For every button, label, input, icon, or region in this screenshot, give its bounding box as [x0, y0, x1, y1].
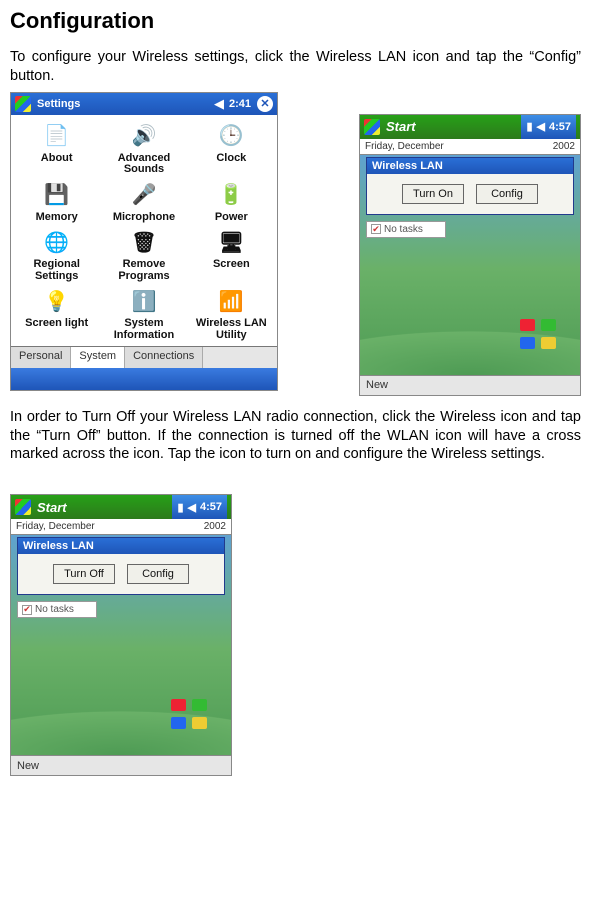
tab-system[interactable]: System	[71, 347, 125, 368]
startbar: Start ▮ ◀ 4:57	[11, 495, 231, 519]
tab-connections[interactable]: Connections	[125, 347, 203, 368]
signal-icon: ▮	[177, 501, 183, 514]
memory-icon: 💾	[40, 182, 74, 210]
page-title: Configuration	[10, 8, 581, 34]
bottom-bar	[11, 368, 277, 390]
about-icon: 📄	[40, 123, 74, 151]
clock-icon: 🕒	[214, 123, 248, 151]
item-label: Memory	[36, 212, 78, 224]
settings-item-advanced-sounds[interactable]: 🔊Advanced Sounds	[100, 121, 187, 178]
titlebar-clock: 2:41	[229, 98, 251, 110]
settings-item-memory[interactable]: 💾 Memory	[13, 180, 100, 226]
intro-paragraph-2: In order to Turn Off your Wireless LAN r…	[10, 408, 581, 465]
item-label: Remove Programs	[102, 259, 185, 282]
wifi-icon: 📶	[214, 288, 248, 316]
tab-bar: Personal System Connections	[11, 346, 277, 368]
mic-icon: 🎤	[127, 182, 161, 210]
screenshot-settings: Settings ◀ 2:41 ✕ 📄 About 🔊Advanced Sound…	[10, 92, 278, 391]
date-text: Friday, December	[365, 141, 444, 152]
tasks-text: No tasks	[384, 224, 423, 235]
settings-item-about[interactable]: 📄 About	[13, 121, 100, 178]
info-icon: ℹ️	[127, 288, 161, 316]
settings-item-microphone[interactable]: 🎤 Microphone	[100, 180, 187, 226]
item-label: Wireless LAN Utility	[190, 318, 273, 341]
item-label: Screen light	[25, 318, 88, 330]
popup-title: Wireless LAN	[367, 158, 573, 174]
wireless-lan-popup: Wireless LAN Turn Off Config	[17, 537, 225, 595]
date-bar: Friday, December 2002	[360, 139, 580, 155]
item-label: System Information	[102, 318, 185, 341]
item-label: Regional Settings	[15, 259, 98, 282]
close-icon[interactable]: ✕	[257, 96, 273, 112]
windows-logo-icon	[171, 699, 207, 729]
speaker-icon: ◀	[188, 501, 196, 514]
date-year: 2002	[204, 521, 226, 532]
item-label: Advanced Sounds	[102, 153, 185, 176]
settings-item-clock[interactable]: 🕒 Clock	[188, 121, 275, 178]
start-label[interactable]: Start	[386, 119, 416, 134]
settings-item-wireless-lan[interactable]: 📶Wireless LAN Utility	[188, 286, 275, 343]
intro-paragraph-1: To configure your Wireless settings, cli…	[10, 48, 581, 86]
tab-personal[interactable]: Personal	[11, 347, 71, 368]
start-label[interactable]: Start	[37, 500, 67, 515]
item-label: Power	[215, 212, 248, 224]
item-label: Clock	[216, 153, 246, 165]
settings-item-power[interactable]: 🔋 Power	[188, 180, 275, 226]
globe-icon: 🌐	[40, 229, 74, 257]
sounds-icon: 🔊	[127, 123, 161, 151]
tasks-text: No tasks	[35, 604, 74, 615]
windows-logo-icon	[520, 319, 556, 349]
start-flag-icon	[364, 119, 380, 135]
desktop: Friday, December 2002 Wireless LAN Turn …	[11, 519, 231, 755]
config-button[interactable]: Config	[476, 184, 538, 204]
light-icon: 💡	[40, 288, 74, 316]
trash-icon: 🗑	[127, 229, 161, 257]
screen-icon: 🖥	[214, 229, 248, 257]
screenshot-wlan-turn-off: Start ▮ ◀ 4:57 Friday, December 2002 Wir…	[10, 494, 232, 776]
popup-title: Wireless LAN	[18, 538, 224, 554]
start-flag-icon	[15, 499, 31, 515]
checkbox-icon: ✔	[22, 605, 32, 615]
settings-item-remove-programs[interactable]: 🗑Remove Programs	[100, 227, 187, 284]
wireless-lan-popup: Wireless LAN Turn On Config	[366, 157, 574, 215]
checkbox-icon: ✔	[371, 224, 381, 234]
tasks-widget[interactable]: ✔ No tasks	[366, 221, 446, 238]
power-icon: 🔋	[214, 182, 248, 210]
settings-item-screen[interactable]: 🖥 Screen	[188, 227, 275, 284]
item-label: About	[41, 153, 73, 165]
titlebar-title: Settings	[37, 98, 214, 110]
turn-on-button[interactable]: Turn On	[402, 184, 464, 204]
speaker-icon: ◀	[537, 120, 545, 133]
date-bar: Friday, December 2002	[11, 519, 231, 535]
startbar-clock: 4:57	[549, 121, 571, 133]
settings-item-system-info[interactable]: ℹ️System Information	[100, 286, 187, 343]
settings-item-regional[interactable]: 🌐Regional Settings	[13, 227, 100, 284]
new-bar[interactable]: New	[360, 375, 580, 395]
settings-item-screen-light[interactable]: 💡 Screen light	[13, 286, 100, 343]
startbar: Start ▮ ◀ 4:57	[360, 115, 580, 139]
settings-grid: 📄 About 🔊Advanced Sounds 🕒 Clock 💾 Memory 🎤…	[11, 115, 277, 346]
item-label: Screen	[213, 259, 250, 271]
speaker-icon: ◀	[214, 96, 224, 112]
config-button[interactable]: Config	[127, 564, 189, 584]
new-bar[interactable]: New	[11, 755, 231, 775]
turn-off-button[interactable]: Turn Off	[53, 564, 115, 584]
titlebar: Settings ◀ 2:41 ✕	[11, 93, 277, 115]
date-text: Friday, December	[16, 521, 95, 532]
date-year: 2002	[553, 141, 575, 152]
tasks-widget[interactable]: ✔ No tasks	[17, 601, 97, 618]
item-label: Microphone	[113, 212, 175, 224]
start-flag-icon	[15, 96, 31, 112]
desktop: Friday, December 2002 Wireless LAN Turn …	[360, 139, 580, 375]
signal-icon: ▮	[526, 120, 532, 133]
screenshot-wlan-turn-on: Start ▮ ◀ 4:57 Friday, December 2002 Wir…	[359, 114, 581, 396]
startbar-clock: 4:57	[200, 501, 222, 513]
